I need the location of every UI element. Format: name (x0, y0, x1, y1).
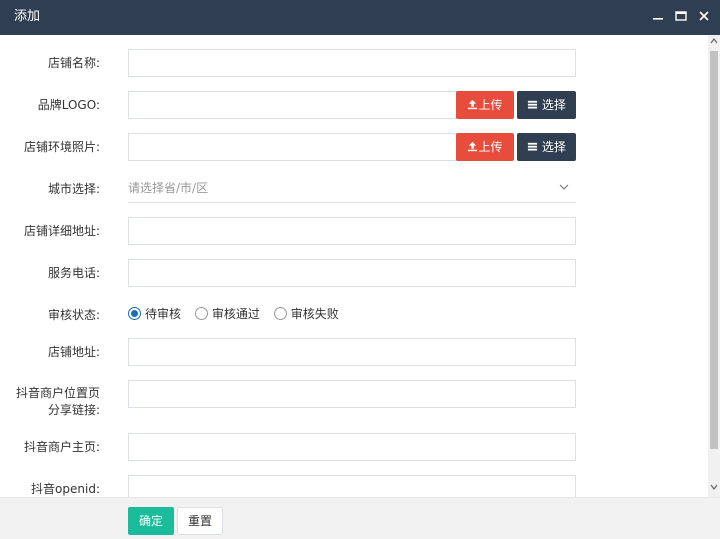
dialog-title: 添加 (14, 9, 41, 24)
minimize-icon[interactable] (650, 8, 666, 24)
status-radio-group: 待审核 审核通过 审核失败 (128, 306, 349, 322)
brand-logo-upload-button[interactable]: 上传 (456, 91, 514, 119)
list-icon (527, 100, 538, 109)
douyin-openid-label: 抖音openid: (31, 482, 100, 496)
douyin-home-label: 抖音商户主页: (23, 440, 100, 454)
restore-icon[interactable] (673, 8, 689, 24)
confirm-button[interactable]: 确定 (128, 507, 174, 535)
store-name-input[interactable] (128, 49, 576, 77)
address-detail-label: 店铺详细地址: (23, 224, 100, 238)
brand-logo-label: 品牌LOGO: (37, 98, 100, 112)
add-dialog: 添加 店铺名称: 品牌LOGO: 上传 选择 店铺环境照片: 上传 选择 城市选… (0, 0, 720, 539)
store-photo-label: 店铺环境照片: (23, 140, 100, 154)
store-address-label: 店铺地址: (47, 345, 100, 359)
radio-unchecked-icon (194, 307, 208, 320)
city-label: 城市选择: (47, 182, 100, 196)
brand-logo-input[interactable] (128, 91, 457, 119)
list-icon (527, 142, 538, 151)
douyin-share-label-line2: 分享链接: (47, 403, 100, 417)
scroll-down-icon[interactable] (708, 483, 720, 495)
upload-icon (468, 141, 478, 152)
status-radio-pending[interactable]: 待审核 (128, 306, 181, 322)
store-address-input[interactable] (128, 338, 576, 366)
phone-input[interactable] (128, 259, 576, 287)
city-select[interactable]: 请选择省/市/区 (128, 175, 576, 203)
scroll-up-icon[interactable] (708, 37, 720, 49)
city-placeholder: 请选择省/市/区 (128, 181, 209, 195)
chevron-down-icon (558, 175, 570, 201)
close-icon[interactable] (696, 8, 712, 24)
douyin-home-input[interactable] (128, 433, 576, 461)
dialog-titlebar: 添加 (0, 0, 720, 35)
vertical-scrollbar[interactable] (708, 35, 720, 497)
status-radio-approved[interactable]: 审核通过 (194, 306, 260, 322)
upload-icon (468, 99, 478, 110)
brand-logo-select-button[interactable]: 选择 (517, 91, 576, 119)
store-photo-upload-button[interactable]: 上传 (456, 133, 514, 161)
radio-checked-icon (128, 307, 141, 320)
scrollbar-thumb[interactable] (710, 51, 718, 449)
status-radio-rejected[interactable]: 审核失败 (273, 306, 339, 322)
phone-label: 服务电话: (47, 266, 100, 280)
douyin-share-label-line1: 抖音商户位置页 (15, 386, 100, 400)
dialog-footer: 确定 重置 (0, 497, 720, 539)
form-body: 店铺名称: 品牌LOGO: 上传 选择 店铺环境照片: 上传 选择 城市选择: … (0, 35, 720, 497)
store-photo-input[interactable] (128, 133, 457, 161)
douyin-share-input[interactable] (128, 380, 576, 408)
store-photo-select-button[interactable]: 选择 (517, 133, 576, 161)
status-label: 审核状态: (47, 308, 100, 322)
douyin-openid-input[interactable] (128, 475, 576, 497)
store-name-label: 店铺名称: (47, 56, 100, 70)
address-detail-input[interactable] (128, 217, 576, 245)
radio-unchecked-icon (273, 307, 287, 320)
reset-button[interactable]: 重置 (177, 507, 223, 535)
